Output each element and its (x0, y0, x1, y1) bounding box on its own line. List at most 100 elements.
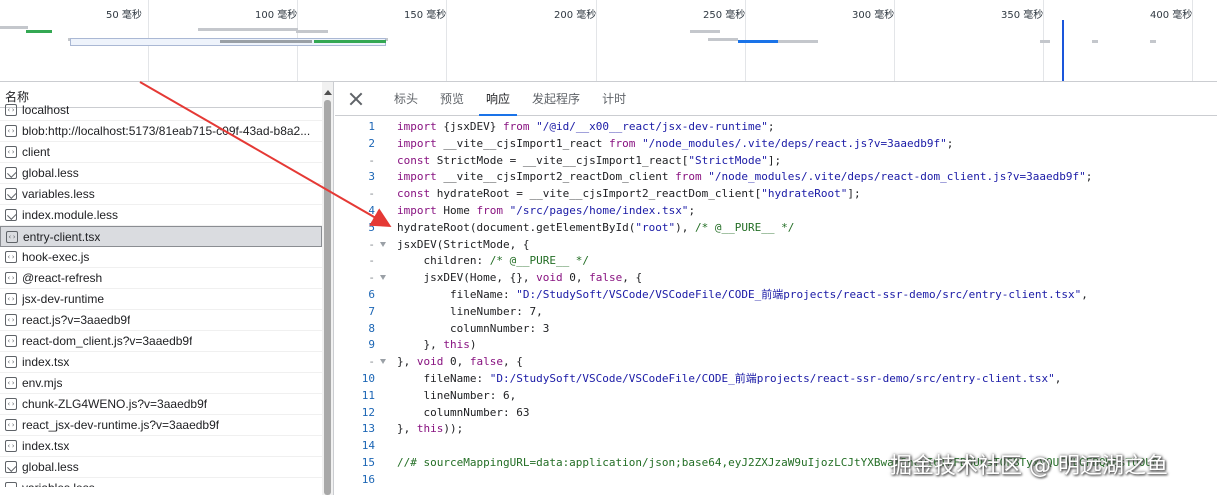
request-row[interactable]: ‹› blob:http://localhost:5173/81eab715-c0… (0, 121, 322, 142)
code-line: 11 lineNumber: 6, (335, 388, 1217, 405)
tab-0[interactable]: 标头 (383, 82, 429, 116)
request-name: entry-client.tsx (23, 229, 101, 244)
fold-chevron-icon[interactable] (380, 359, 386, 365)
fold-chevron-icon[interactable] (380, 275, 386, 281)
stylesheet-icon (5, 167, 17, 179)
script-icon: ‹› (5, 440, 17, 452)
tab-3[interactable]: 发起程序 (521, 82, 591, 116)
close-icon[interactable] (349, 92, 363, 106)
script-icon: ‹› (5, 377, 17, 389)
waterfall-bar (198, 28, 298, 31)
line-number: 3 (368, 170, 375, 184)
request-row[interactable]: global.less (0, 163, 322, 184)
request-row[interactable]: global.less (0, 457, 322, 478)
waterfall-bar (1150, 40, 1156, 43)
code-text: const StrictMode = __vite__cjsImport1_re… (397, 153, 782, 167)
request-row[interactable]: ‹› localhost (0, 100, 322, 121)
line-number: 12 (361, 405, 375, 419)
code-line: 5 hydrateRoot(document.getElementById("ro… (335, 220, 1217, 237)
request-row[interactable]: ‹› hook-exec.js (0, 247, 322, 268)
code-line: 9 }, this) (335, 337, 1217, 354)
code-text: }, this) (397, 338, 477, 352)
request-name: react.js?v=3aaedb9f (22, 313, 131, 327)
request-name: env.mjs (22, 376, 63, 390)
fold-chevron-icon[interactable] (380, 241, 386, 247)
request-row[interactable]: variables.less (0, 478, 322, 487)
code-line: - jsxDEV(StrictMode, { (335, 237, 1217, 254)
request-row[interactable]: index.module.less (0, 205, 322, 226)
line-number: 9 (368, 338, 375, 352)
code-text: }, this)); (397, 422, 464, 436)
request-row[interactable]: ‹› react_jsx-dev-runtime.js?v=3aaedb9f (0, 415, 322, 436)
timeline-tick-label: 400 毫秒 (1150, 10, 1193, 21)
code-line: 12 columnNumber: 63 (335, 405, 1217, 422)
timeline-cursor-line (1062, 20, 1064, 81)
request-row[interactable]: ‹› jsx-dev-runtime (0, 289, 322, 310)
response-code-view[interactable]: 1 import {jsxDEV} from "/@id/__x00__react… (335, 117, 1217, 495)
tab-2[interactable]: 响应 (475, 82, 521, 116)
tab-4[interactable]: 计时 (591, 82, 637, 116)
line-number: 8 (368, 321, 375, 335)
timeline-tick-label: 350 毫秒 (1001, 10, 1044, 21)
detail-tabs: 标头 预览 响应 发起程序 计时 (335, 82, 1217, 116)
request-name: @react-refresh (22, 271, 103, 285)
line-number: 2 (368, 136, 375, 150)
code-text: fileName: "D:/StudySoft/VSCode/VSCodeFil… (397, 371, 1062, 385)
script-icon: ‹› (5, 335, 17, 347)
request-row[interactable]: variables.less (0, 184, 322, 205)
script-icon: ‹› (5, 293, 17, 305)
request-name: blob:http://localhost:5173/81eab715-c09f… (22, 124, 311, 138)
code-line: 2 import __vite__cjsImport1_react from "/… (335, 136, 1217, 153)
line-number: 1 (368, 120, 375, 133)
timeline-tick-label: 150 毫秒 (404, 10, 447, 21)
line-number: 6 (368, 287, 375, 301)
stylesheet-icon (5, 188, 17, 200)
tab-1[interactable]: 预览 (429, 82, 475, 116)
stylesheet-icon (5, 461, 17, 473)
code-text: lineNumber: 7, (397, 304, 543, 318)
code-text: columnNumber: 3 (397, 321, 550, 335)
code-line: - const hydrateRoot = __vite__cjsImport2_… (335, 186, 1217, 203)
line-number: 10 (361, 371, 375, 385)
code-text: hydrateRoot(document.getElementById("roo… (397, 220, 795, 234)
request-row[interactable]: ‹› env.mjs (0, 373, 322, 394)
script-icon: ‹› (6, 230, 18, 243)
line-number: - (368, 271, 375, 285)
scroll-up-icon[interactable] (324, 90, 332, 95)
timeline-tick-label: 50 毫秒 (106, 10, 142, 21)
code-text: import {jsxDEV} from "/@id/__x00__react/… (397, 120, 775, 133)
waterfall-bar (708, 38, 738, 41)
request-name: index.tsx (22, 439, 70, 453)
code-line: - jsxDEV(Home, {}, void 0, false, { (335, 270, 1217, 287)
code-text: jsxDEV(Home, {}, void 0, false, { (397, 271, 643, 285)
line-number: - (368, 187, 375, 201)
request-row[interactable]: ‹› chunk-ZLG4WENO.js?v=3aaedb9f (0, 394, 322, 415)
request-row[interactable]: ‹› react-dom_client.js?v=3aaedb9f (0, 331, 322, 352)
request-list-scrollbar[interactable] (322, 82, 333, 495)
code-line: -}, void 0, false, { (335, 354, 1217, 371)
scrollbar-thumb[interactable] (324, 100, 331, 495)
code-text: }, void 0, false, { (397, 355, 523, 369)
script-icon: ‹› (5, 272, 17, 284)
request-name: chunk-ZLG4WENO.js?v=3aaedb9f (22, 397, 208, 411)
code-line: 7 lineNumber: 7, (335, 304, 1217, 321)
timeline-tick-label: 100 毫秒 (255, 10, 298, 21)
request-name: index.module.less (22, 208, 119, 222)
code-text: import Home from "/src/pages/home/index.… (397, 203, 696, 217)
script-icon: ‹› (5, 419, 17, 431)
request-row[interactable]: ‹› entry-client.tsx (0, 226, 322, 247)
request-row[interactable]: ‹› react.js?v=3aaedb9f (0, 310, 322, 331)
code-line: 8 columnNumber: 3 (335, 321, 1217, 338)
request-name: index.tsx (22, 355, 70, 369)
waterfall-bar (220, 40, 312, 43)
network-timeline-overview[interactable]: 50 毫秒 100 毫秒 150 毫秒 200 毫秒 250 毫秒 300 毫秒 350 毫… (0, 0, 1217, 82)
line-number: 14 (361, 439, 375, 453)
request-row[interactable]: ‹› @react-refresh (0, 268, 322, 289)
request-row[interactable]: ‹› index.tsx (0, 436, 322, 457)
request-name: client (22, 145, 51, 159)
request-row[interactable]: ‹› index.tsx (0, 352, 322, 373)
watermark: 掘金技术社区 @ 明远湖之鱼 (890, 454, 1168, 479)
code-text: fileName: "D:/StudySoft/VSCode/VSCodeFil… (397, 287, 1088, 301)
waterfall-bar (314, 40, 386, 43)
request-row[interactable]: ‹› client (0, 142, 322, 163)
